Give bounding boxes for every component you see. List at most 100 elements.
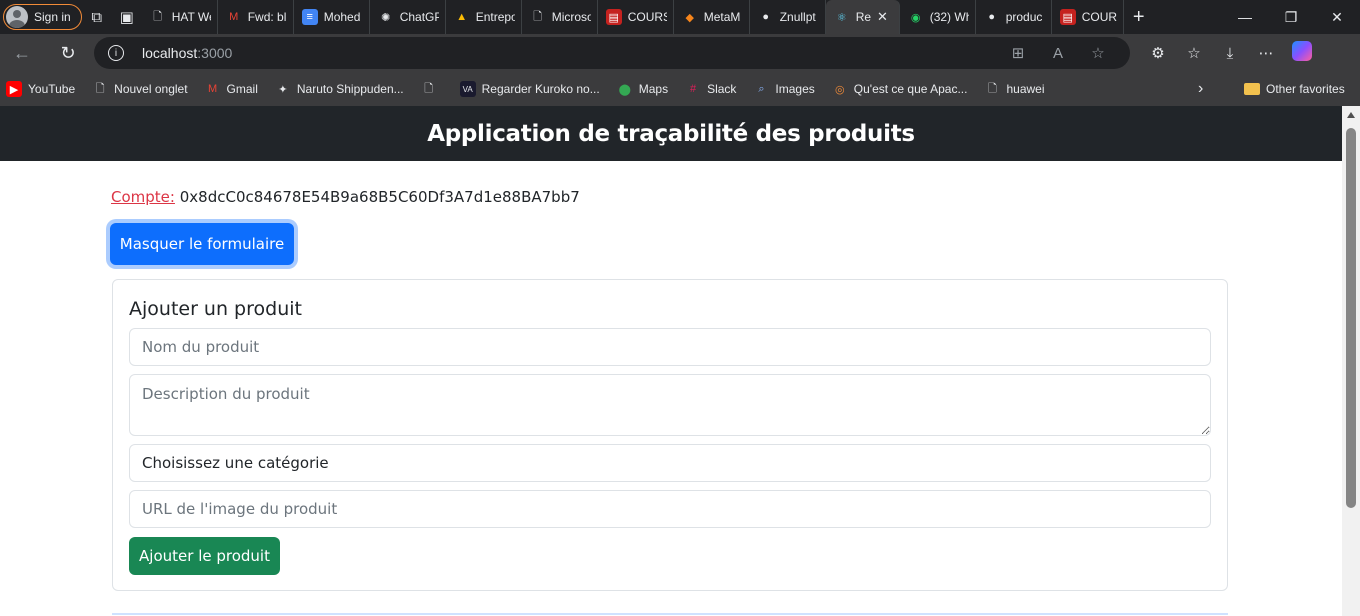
favorites-bar: ▶ YouTube 🗋 Nouvel onglet M Gmail ✦ Naruto Ship…: [0, 72, 1360, 106]
read-aloud-icon[interactable]: A: [1038, 45, 1078, 62]
address-bar-actions: ⊞ A ☆: [998, 37, 1118, 69]
product-name-input[interactable]: [129, 328, 1211, 366]
favorite-link[interactable]: M Gmail: [205, 81, 258, 97]
form-title: Ajouter un produit: [129, 298, 302, 320]
tab-strip: Sign in ⧉ ▣ 🗋 HAT We M Fwd: bl ≡ Mohed ✺ ChatGP…: [0, 0, 1360, 34]
favorite-link[interactable]: ◎ Qu'est ce que Apac...: [832, 81, 968, 97]
favorite-link[interactable]: ⬤ Maps: [617, 81, 669, 97]
account-label: Compte:: [111, 188, 175, 206]
browser-tab[interactable]: ▲ Entrepo: [446, 0, 522, 34]
page-icon: 🗋: [424, 82, 434, 95]
minimize-icon[interactable]: —: [1222, 0, 1268, 34]
page-scrollbar[interactable]: [1342, 106, 1360, 616]
site-info-icon[interactable]: i: [108, 45, 124, 61]
browser-tab[interactable]: ◆ MetaM: [674, 0, 750, 34]
tab-title: HAT We: [171, 10, 211, 24]
va-icon: VA: [459, 81, 476, 97]
browser-toolbar: ⚙ ☆ ⤓ ⋯: [1140, 34, 1320, 72]
tab-title: Znullpt: [779, 10, 816, 24]
browser-tab[interactable]: ≡ Mohed: [294, 0, 370, 34]
page-icon: 🗋: [533, 10, 543, 23]
favorite-label: Slack: [707, 82, 737, 96]
close-window-icon[interactable]: ✕: [1314, 0, 1360, 34]
window-controls: — ❐ ✕: [1222, 0, 1360, 34]
page-viewport: Application de traçabilité des produits …: [0, 106, 1342, 616]
favorite-label: huawei: [1006, 82, 1045, 96]
restore-icon[interactable]: ❐: [1268, 0, 1314, 34]
favorite-link[interactable]: # Slack: [685, 81, 736, 97]
browser-tab[interactable]: ● Znullpt: [750, 0, 826, 34]
chatgpt-icon: ✺: [381, 11, 391, 24]
gmail-icon: M: [207, 83, 218, 95]
profile-avatar-icon: [6, 6, 28, 28]
metamask-icon: ◆: [685, 11, 694, 24]
favorite-link[interactable]: 🗋 huawei: [984, 81, 1044, 97]
whatsapp-icon: ◉: [910, 11, 921, 24]
new-tab-button[interactable]: +: [1124, 2, 1154, 32]
address-bar[interactable]: i localhost:3000 ⊞ A ☆: [94, 37, 1130, 69]
browser-tab[interactable]: ▤ COURS: [598, 0, 674, 34]
page-icon: 🗋: [988, 82, 997, 95]
navigation-bar: ← ↻ i localhost:3000 ⊞ A ☆ ⚙ ☆ ⤓ ⋯: [0, 34, 1360, 72]
tab-title: Fwd: bl: [247, 10, 287, 24]
favorite-link[interactable]: ✦ Naruto Shippuden...: [275, 81, 403, 97]
more-menu-icon[interactable]: ⋯: [1248, 44, 1284, 62]
browser-tab[interactable]: M Fwd: bl: [218, 0, 294, 34]
account-info: Compte: 0x8dcC0c84678E54B9a68B5C60Df3A7d…: [111, 188, 580, 206]
browser-tab[interactable]: 🗋 Microso: [522, 0, 598, 34]
tab-title: Re: [855, 10, 872, 24]
scroll-up-arrow-icon[interactable]: [1347, 112, 1355, 118]
product-description-input[interactable]: [129, 374, 1211, 436]
browser-tab[interactable]: 🗋 HAT We: [142, 0, 218, 34]
favorites-icon[interactable]: ☆: [1176, 44, 1212, 62]
downloads-icon[interactable]: ⤓: [1212, 45, 1248, 62]
browser-tab[interactable]: ⚛ Re ✕: [825, 0, 900, 34]
page-icon: 🗋: [95, 82, 105, 95]
github-icon: ●: [762, 11, 770, 23]
naruto-icon: ✦: [278, 83, 288, 96]
favorite-link[interactable]: ▶ YouTube: [6, 81, 75, 97]
page-icon: 🗋: [153, 10, 163, 23]
sign-in-button[interactable]: Sign in: [3, 4, 82, 30]
favorite-star-icon[interactable]: ☆: [1078, 44, 1118, 62]
extensions-icon[interactable]: ⚙: [1140, 44, 1176, 62]
favorite-link[interactable]: 🗋: [421, 81, 443, 97]
favorite-link[interactable]: VA Regarder Kuroko no...: [459, 81, 600, 97]
reload-icon[interactable]: ↻: [50, 37, 86, 69]
tab-actions-icon[interactable]: ▣: [112, 2, 142, 32]
account-address: 0x8dcC0c84678E54B9a68B5C60Df3A7d1e88BA7b…: [179, 188, 580, 206]
folder-icon: [1244, 83, 1260, 95]
browser-tab[interactable]: ▤ COURS: [1052, 0, 1124, 34]
favorite-label: Nouvel onglet: [114, 82, 188, 96]
workspaces-icon[interactable]: ⧉: [82, 2, 112, 32]
back-icon[interactable]: ←: [4, 37, 40, 69]
favorite-label: YouTube: [28, 82, 76, 96]
tab-title: Mohed: [323, 10, 361, 24]
tab-title: produc: [1005, 10, 1043, 24]
browser-window: Sign in ⧉ ▣ 🗋 HAT We M Fwd: bl ≡ Mohed ✺ ChatGP…: [0, 0, 1360, 616]
favorite-link[interactable]: ⌕ Images: [753, 81, 814, 97]
category-select[interactable]: Choisissez une catégorie: [129, 444, 1211, 482]
url-port: :3000: [197, 45, 233, 61]
toggle-form-button[interactable]: Masquer le formulaire: [110, 223, 294, 265]
product-image-url-input[interactable]: [129, 490, 1211, 528]
category-select-value: Choisissez une catégorie: [142, 454, 329, 472]
app-available-icon[interactable]: ⊞: [998, 44, 1038, 62]
copilot-icon[interactable]: [1284, 41, 1320, 65]
close-tab-icon[interactable]: ✕: [877, 9, 888, 25]
search-icon: ⌕: [758, 82, 765, 95]
add-product-button[interactable]: Ajouter le produit: [129, 537, 280, 575]
pdf-icon: ▤: [605, 9, 622, 25]
tab-title: Microso: [551, 10, 591, 24]
other-favorites-label: Other favorites: [1266, 82, 1345, 96]
other-favorites-folder[interactable]: Other favorites: [1244, 72, 1345, 106]
browser-tab[interactable]: ◉ (32) Wh: [900, 0, 976, 34]
slack-icon: #: [690, 83, 697, 95]
tab-list: 🗋 HAT We M Fwd: bl ≡ Mohed ✺ ChatGP ▲ Entrepo 🗋 Mic…: [142, 0, 1124, 34]
favorite-link[interactable]: 🗋 Nouvel onglet: [92, 81, 188, 97]
browser-tab[interactable]: ● produc: [976, 0, 1052, 34]
scroll-thumb[interactable]: [1346, 128, 1356, 508]
tab-title: COURS: [627, 10, 667, 24]
browser-tab[interactable]: ✺ ChatGP: [370, 0, 446, 34]
favorites-overflow-icon[interactable]: ›: [1198, 72, 1203, 106]
